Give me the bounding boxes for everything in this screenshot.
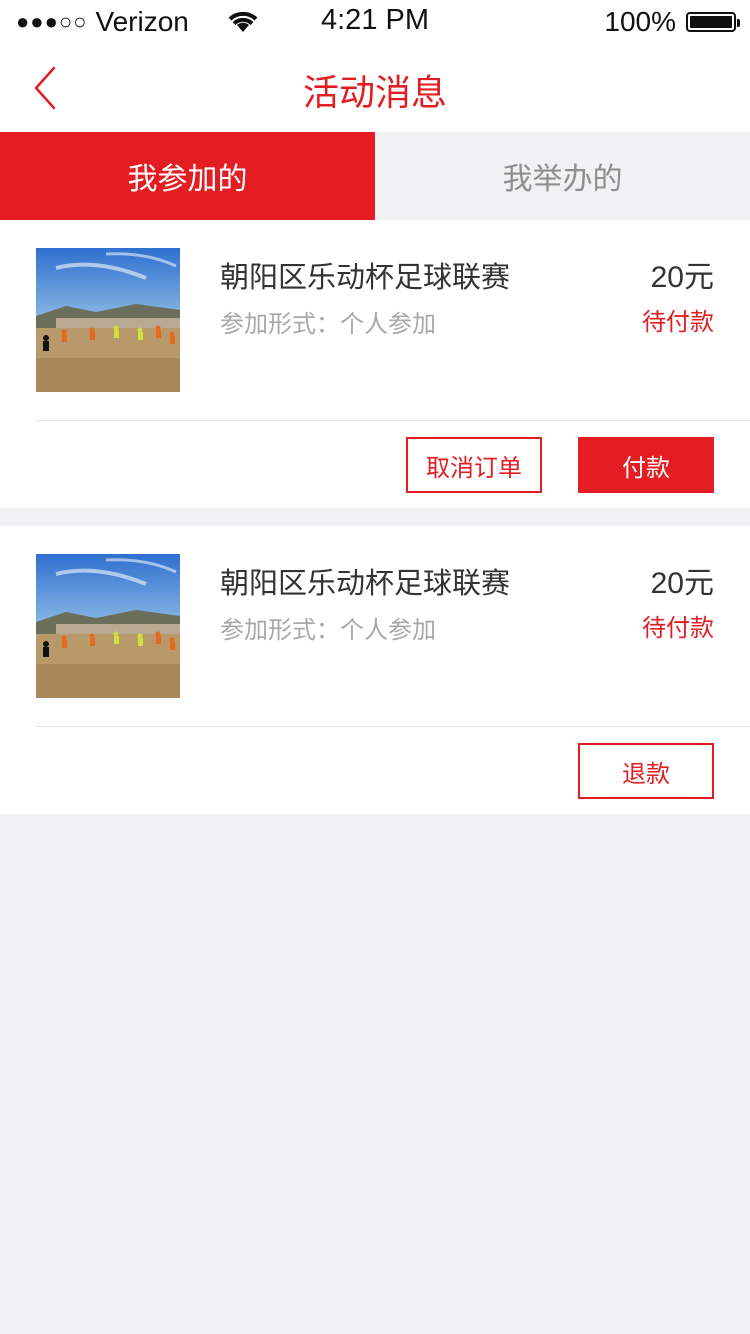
pay-button[interactable]: 付款	[578, 437, 714, 493]
participation-form: 参加形式：个人参加	[220, 610, 436, 645]
battery-indicator: 100%	[604, 6, 740, 38]
order-card: 朝阳区乐动杯足球联赛 参加形式：个人参加 20元 待付款 取消订单 付款	[0, 220, 750, 508]
event-title[interactable]: 朝阳区乐动杯足球联赛	[220, 560, 510, 602]
participation-form: 参加形式：个人参加	[220, 304, 436, 339]
soccer-field-image	[36, 248, 180, 392]
order-status: 待付款	[642, 308, 714, 336]
tab-bar: 我参加的 我举办的	[0, 132, 750, 220]
participation-form-label: 参加形式：	[220, 616, 340, 644]
battery-icon	[686, 12, 740, 32]
soccer-field-image	[36, 554, 180, 698]
event-thumbnail[interactable]	[36, 554, 180, 698]
order-price: 20元	[650, 261, 714, 294]
event-thumbnail[interactable]	[36, 248, 180, 392]
card-divider	[36, 420, 750, 421]
nav-bar: 活动消息	[0, 44, 750, 132]
participation-form-value: 个人参加	[340, 616, 436, 644]
order-status: 待付款	[642, 614, 714, 642]
tab-joined[interactable]: 我参加的	[0, 132, 375, 220]
cancel-order-button[interactable]: 取消订单	[406, 437, 542, 493]
order-card: 朝阳区乐动杯足球联赛 参加形式：个人参加 20元 待付款 退款	[0, 526, 750, 814]
card-divider	[36, 726, 750, 727]
refund-button[interactable]: 退款	[578, 743, 714, 799]
status-bar: ●●●○○ Verizon 4:21 PM 100%	[0, 0, 750, 44]
tab-hosted[interactable]: 我举办的	[375, 132, 750, 220]
battery-percent: 100%	[604, 6, 676, 37]
participation-form-value: 个人参加	[340, 310, 436, 338]
page-title: 活动消息	[302, 73, 447, 114]
participation-form-label: 参加形式：	[220, 310, 340, 338]
order-price: 20元	[650, 567, 714, 600]
event-title[interactable]: 朝阳区乐动杯足球联赛	[220, 254, 510, 296]
